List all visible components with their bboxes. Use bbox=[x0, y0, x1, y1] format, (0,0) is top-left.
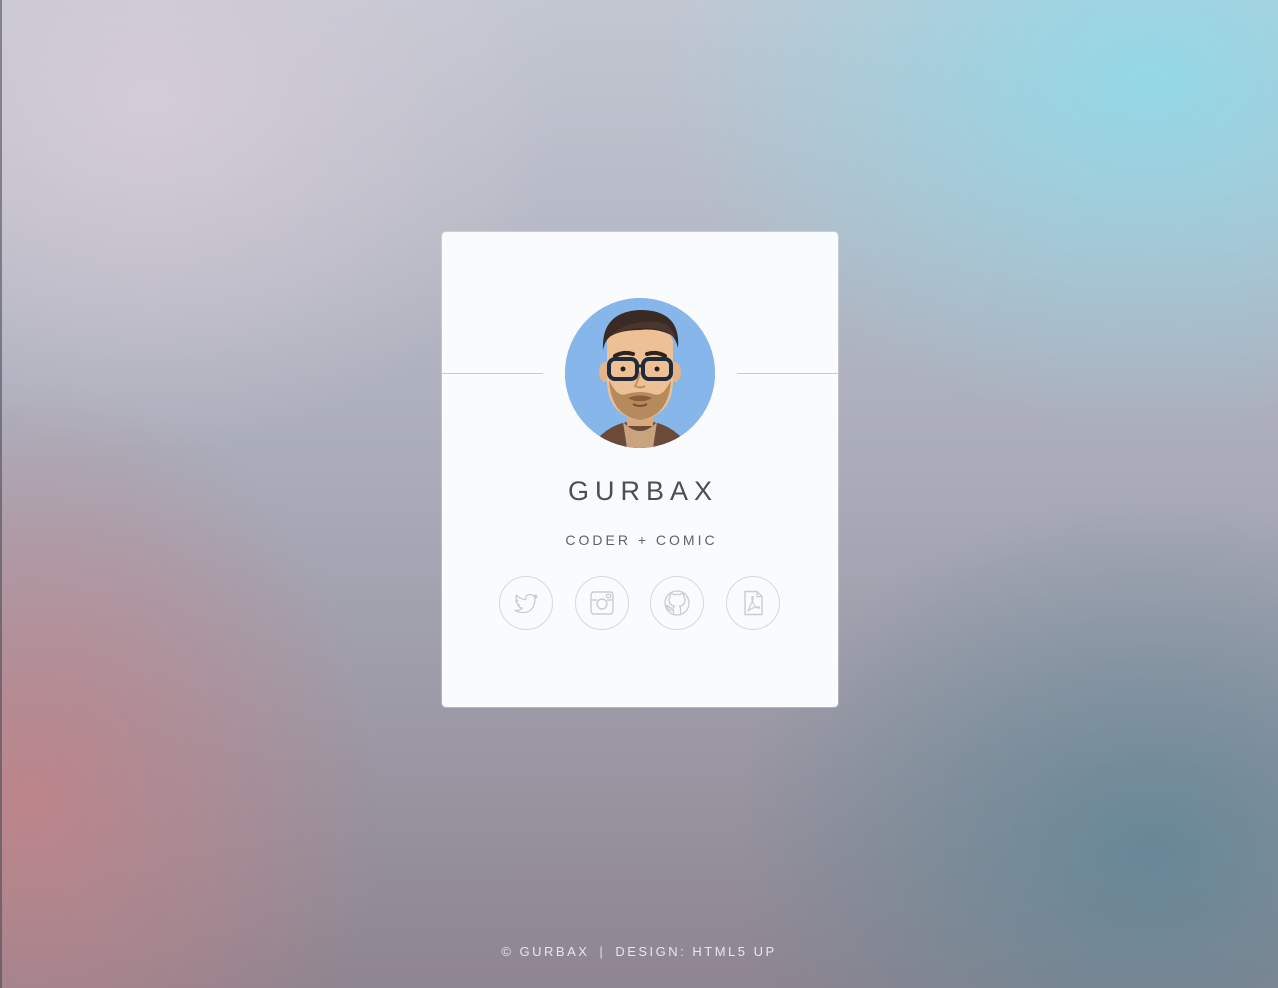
instagram-icon bbox=[590, 591, 614, 615]
resume-pdf-button[interactable] bbox=[726, 576, 780, 630]
footer-separator: | bbox=[599, 944, 606, 959]
divider-left bbox=[442, 373, 543, 374]
twitter-button[interactable] bbox=[499, 576, 553, 630]
avatar-illustration bbox=[565, 298, 715, 448]
footer: © GURBAX | DESIGN: HTML5 UP bbox=[0, 944, 1278, 959]
instagram-button[interactable] bbox=[575, 576, 629, 630]
profile-card: GURBAX CODER + COMIC bbox=[442, 232, 838, 707]
social-links bbox=[499, 576, 781, 632]
footer-copyright: © GURBAX bbox=[501, 944, 590, 959]
divider-right bbox=[737, 373, 838, 374]
window-edge bbox=[0, 0, 2, 988]
profile-tagline: CODER + COMIC bbox=[565, 532, 718, 548]
profile-name: GURBAX bbox=[567, 476, 719, 506]
twitter-icon bbox=[514, 593, 538, 614]
pdf-icon bbox=[744, 590, 763, 616]
avatar bbox=[565, 298, 715, 448]
github-button[interactable] bbox=[650, 576, 704, 630]
footer-credit-link[interactable]: DESIGN: HTML5 UP bbox=[615, 944, 776, 959]
github-icon bbox=[664, 590, 690, 616]
